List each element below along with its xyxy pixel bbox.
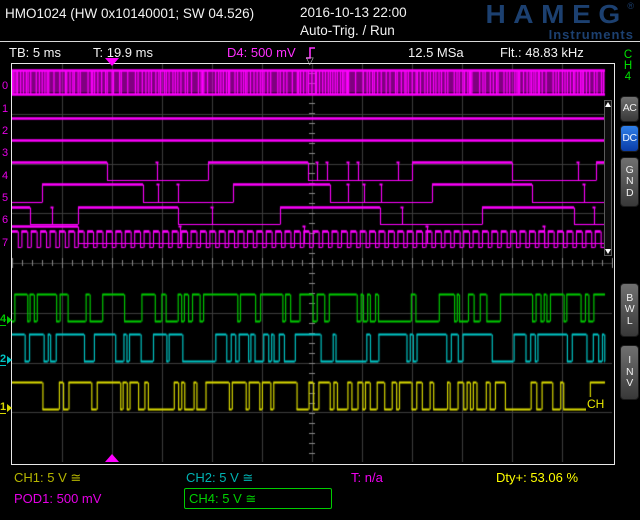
trigger-status: Auto-Trig. / Run [300,23,395,38]
datetime-readout: 2016-10-13 22:00 [300,5,407,20]
pod-channel-label-d6: 6 [2,214,11,226]
pod-channel-label-d2: 2 [2,125,11,137]
channel-marker-arrow-icon [7,316,12,324]
time-reference-marker: ▽ [306,56,314,67]
channel-overlay-label: CH [586,397,605,411]
oscilloscope-screen: HMO1024 (HW 0x10140001; SW 04.526) 2016-… [0,0,640,520]
channel-marker-ch4[interactable]: 4 [0,313,12,326]
coupling-ac-button[interactable]: AC [620,96,639,122]
header-divider [0,41,640,42]
duty-cycle-readout: Dty+: 53.06 % [496,470,578,485]
trigger-position-marker-top[interactable] [105,58,119,66]
pod-channel-label-d0: 0 [2,80,11,92]
registered-mark: ® [627,1,634,11]
channel-marker-arrow-icon [7,356,12,364]
brand-name: HAMEG [485,1,627,27]
pod-channel-label-d5: 5 [2,192,11,204]
pod-channel-label-d1: 1 [2,103,11,115]
pod-channel-label-d3: 3 [2,147,11,159]
channel-marker-ch2[interactable]: 2 [0,353,12,366]
coupling-dc-button[interactable]: DC [620,125,639,152]
ch2-scale-readout: CH2: 5 V ≅ [186,470,253,486]
ch4-scale-readout: CH4: 5 V ≅ [189,491,256,507]
pod1-scale-readout: POD1: 500 mV [14,491,101,506]
scroll-up-icon[interactable] [605,102,611,107]
channel-marker-number: 1 [0,401,6,414]
trigger-source-readout: D4: 500 mV [227,45,296,60]
scroll-down-icon[interactable] [605,249,611,254]
pod-channel-label-d7: 7 [2,237,11,249]
pod-channel-label-d4: 4 [2,170,11,182]
trigger-frequency-readout: T: n/a [351,470,383,485]
trigger-position-marker-bottom[interactable] [105,454,119,462]
hameg-logo: HAMEG® Instruments [496,1,634,41]
waveform-display [12,64,613,462]
timebase-readout: TB: 5 ms [9,45,61,60]
invert-button[interactable]: I N V [620,345,639,400]
sample-rate-readout: 12.5 MSa [408,45,464,60]
pod-scrollbar[interactable] [604,100,612,256]
time-position-readout: T: 19.9 ms [93,45,153,60]
channel-marker-ch1[interactable]: 1 [0,401,12,414]
filter-readout: Flt.: 48.83 kHz [500,45,584,60]
sidebar-channel-label: C H 4 [621,50,635,83]
channel-marker-number: 2 [0,353,6,366]
coupling-gnd-button[interactable]: G N D [620,157,639,207]
channel-marker-arrow-icon [7,404,12,412]
device-title: HMO1024 (HW 0x10140001; SW 04.526) [5,6,254,21]
brand-subtitle: Instruments [496,28,634,41]
ch1-scale-readout: CH1: 5 V ≅ [14,470,81,486]
bandwidth-limit-button[interactable]: B W L [620,283,639,337]
channel-marker-number: 4 [0,313,6,326]
